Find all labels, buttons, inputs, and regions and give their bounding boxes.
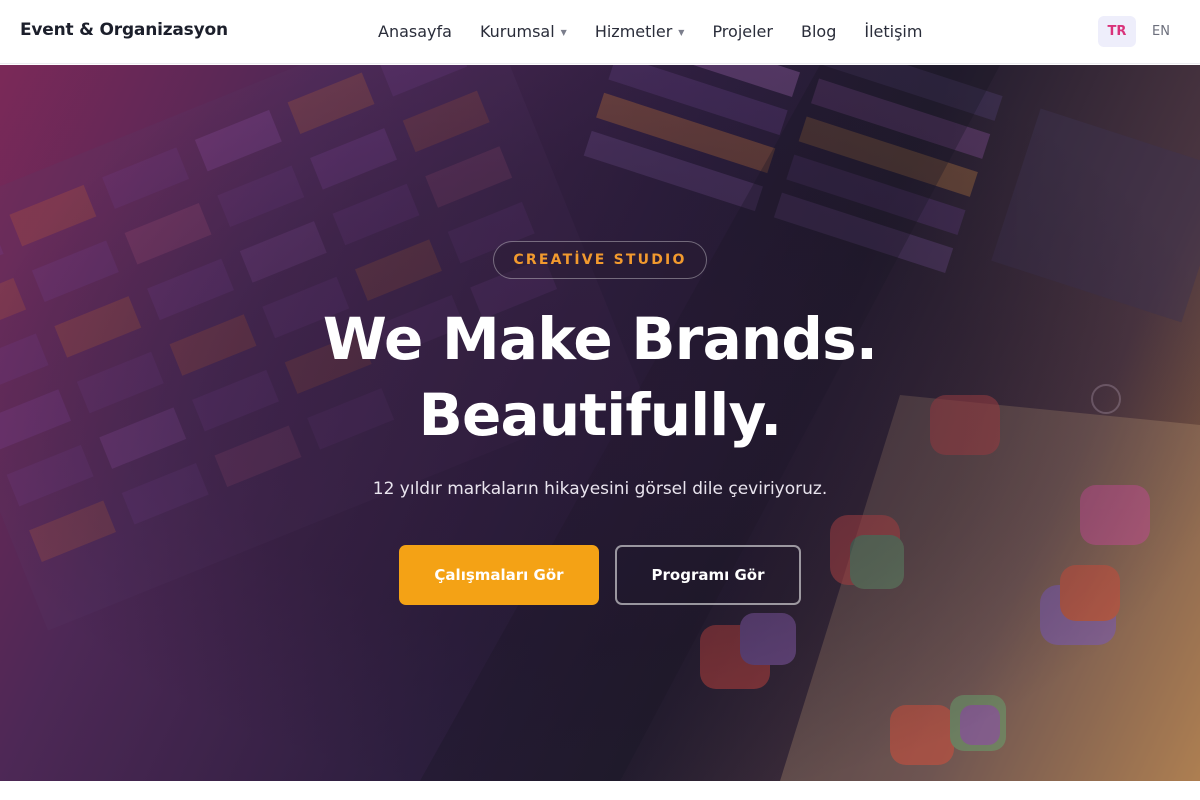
chevron-down-icon: ▼: [560, 27, 567, 37]
chevron-down-icon: ▼: [678, 27, 685, 37]
nav-item-label: Projeler: [712, 21, 773, 41]
hero-subtitle: 12 yıldır markaların hikayesini görsel d…: [372, 479, 828, 499]
nav-item-label: Blog: [800, 21, 837, 41]
view-program-button[interactable]: Programı Gör: [615, 545, 801, 605]
nav-item-projeler[interactable]: Projeler: [712, 20, 773, 42]
brand-logo-text[interactable]: Event & Organizasyon: [20, 20, 228, 40]
nav-item-hizmetler[interactable]: Hizmetler ▼: [595, 20, 685, 42]
lang-tr-button[interactable]: TR: [1098, 16, 1136, 47]
language-switcher: TR EN: [1098, 16, 1180, 47]
hero-title-line-2: Beautifully.: [418, 381, 783, 449]
nav-item-kurumsal[interactable]: Kurumsal ▼: [480, 20, 567, 42]
nav-item-iletisim[interactable]: İletişim: [864, 20, 922, 42]
nav-item-label: Kurumsal: [479, 21, 555, 41]
nav-item-label: Hizmetler: [594, 21, 673, 41]
lang-en-button[interactable]: EN: [1142, 16, 1180, 47]
nav-item-anasayfa[interactable]: Anasayfa: [378, 20, 452, 42]
nav-item-label: Anasayfa: [378, 21, 452, 41]
nav-item-blog[interactable]: Blog: [801, 20, 836, 42]
hero-title-line-1: We Make Brands.: [322, 305, 878, 373]
hero-title: We Make Brands. Beautifully.: [0, 301, 1200, 453]
hero-section: CREATİVE STUDIO We Make Brands. Beautifu…: [0, 65, 1200, 781]
nav-item-label: İletişim: [864, 21, 923, 41]
hero-eyebrow-badge: CREATİVE STUDIO: [493, 241, 707, 279]
main-nav: Anasayfa Kurumsal ▼ Hizmetler ▼ Projeler…: [378, 20, 950, 42]
top-navbar: Event & Organizasyon Anasayfa Kurumsal ▼…: [0, 0, 1200, 64]
view-works-button[interactable]: Çalışmaları Gör: [399, 545, 599, 605]
